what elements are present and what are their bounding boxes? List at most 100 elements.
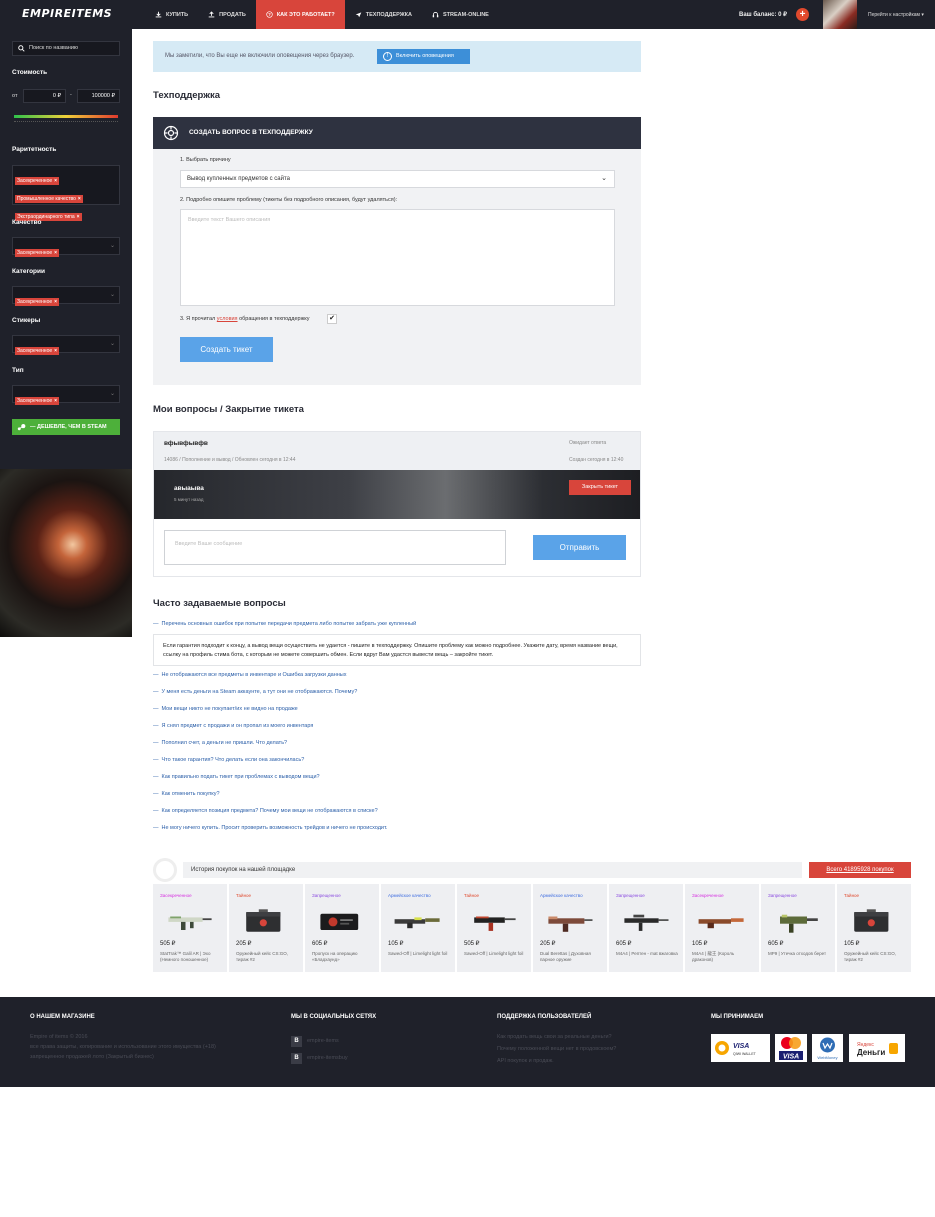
nav-support[interactable]: Техподдержка [345, 0, 422, 29]
item-quality: Тайное [464, 893, 480, 898]
item-name: M4A4 | 龍王 (Король драконов) [692, 951, 735, 962]
terms-link[interactable]: условия [217, 316, 238, 322]
max-price-input[interactable]: 100000 ₽ [77, 89, 120, 103]
item-image-icon [698, 918, 744, 929]
support-link[interactable]: Как продать вещь свои за реальные деньги… [497, 1034, 612, 1040]
item-price: 105 ₽ [692, 941, 708, 947]
close-icon[interactable]: × [54, 398, 57, 404]
faq-item[interactable]: — Перечень основных ошибок при попытке пе… [153, 621, 416, 627]
stickers-tag[interactable]: Засекреченное × [15, 347, 60, 355]
faq-dash: — [153, 706, 159, 712]
faq-item[interactable]: — Пополнил счет, а деньги не пришли. Что … [153, 740, 287, 746]
item-price: 505 ₽ [464, 941, 480, 947]
agree-prefix: 3. Я прочитал [180, 316, 216, 322]
faq-dash: — [153, 621, 159, 627]
total-purchases-link[interactable]: Всего 41895928 покупок [809, 862, 911, 878]
quality-tag[interactable]: Засекреченное × [15, 249, 60, 257]
close-icon[interactable]: × [77, 214, 80, 220]
rarity-tag[interactable]: Промышленное качество × [15, 195, 83, 203]
type-tag[interactable]: Засекреченное × [15, 397, 60, 405]
cost-label: Стоимость [12, 69, 48, 76]
faq-item[interactable]: — Как отменить покупку? [153, 791, 220, 797]
faq-item[interactable]: — Мои вещи никто не покупает/их не видно … [153, 706, 298, 712]
message-time: 5 минут назад [174, 497, 204, 502]
add-funds-button[interactable]: + [796, 8, 809, 21]
vk-icon[interactable]: В [291, 1036, 302, 1047]
footer-social-title: Мы в социальных сетях [291, 1014, 377, 1020]
type-filter[interactable]: Засекреченное × ⌄ [12, 385, 120, 405]
payment-webmoney-logo: WebMoney [812, 1034, 843, 1062]
chevron-down-icon[interactable]: ⌄ [110, 340, 115, 347]
notification-text: Мы заметили, что Вы еще не включили опов… [165, 53, 355, 59]
faq-item[interactable]: — Я снял предмет с продажи и он пропал из… [153, 723, 313, 729]
history-item[interactable]: Засекреченное 505 ₽ StatTrak™ Galil AR | Э… [153, 884, 227, 972]
search-placeholder: Поиск по названию [29, 45, 79, 51]
stickers-filter[interactable]: Засекреченное × ⌄ [12, 335, 120, 355]
nav-support-label: Техподдержка [365, 11, 413, 18]
support-link[interactable]: Почему положенной вещи нет в продовскоем… [497, 1046, 616, 1052]
close-icon[interactable]: × [54, 299, 57, 305]
history-item[interactable]: Запрещенное 605 ₽ M4A4 | Рептен - mat вжаг… [609, 884, 683, 972]
ticket-status: Ожидает ответа [569, 440, 607, 446]
history-item[interactable]: Тайное 105 ₽ Оружейный кейс CS:GO, тираж #… [837, 884, 911, 972]
enable-notifications-button[interactable]: ! Включить оповещения [377, 49, 470, 64]
history-item[interactable]: Тайное 205 ₽ Оружейный кейс CS:GO, тираж #… [229, 884, 303, 972]
reason-select[interactable]: Вывод купленных предметов с сайта ⌄ [180, 170, 615, 188]
support-link[interactable]: API покупок и продаж. [497, 1058, 554, 1064]
faq-item[interactable]: — У меня есть деньги на Steam аккаунте, а… [153, 689, 357, 695]
nav-buy-label: Купить [166, 11, 189, 18]
faq-item[interactable]: — Как правильно подать тикет при проблема… [153, 774, 320, 780]
ticket-header[interactable]: вфывфывфв 14086 / Пополнение и вывод / О… [154, 432, 640, 470]
history-item[interactable]: Армейское качество 205 ₽ Dual Berettas | Д… [533, 884, 607, 972]
avatar[interactable] [823, 0, 857, 29]
rarity-tag[interactable]: Засекреченное × [15, 177, 60, 185]
history-item[interactable]: Засекреченное 105 ₽ M4A4 | 龍王 (Король драк… [685, 884, 759, 972]
nav-stream[interactable]: Stream-online [422, 0, 499, 29]
close-icon[interactable]: × [54, 250, 57, 256]
history-item[interactable]: Запрещенное 605 ₽ MP9 | Утечка отходов бер… [761, 884, 835, 972]
history-item[interactable]: Тайное 505 ₽ Sawed-Off | Limelight light f… [457, 884, 531, 972]
faq-item[interactable]: — Что такое гарантия? Что делать если она… [153, 757, 304, 763]
history-item[interactable]: Армейское качество 105 ₽ Sawed-Off | Limel… [381, 884, 455, 972]
filter-sidebar: Поиск по названию Стоимость от 0 ₽ - 100… [0, 29, 132, 469]
quality-filter[interactable]: Засекреченное × ⌄ [12, 237, 120, 257]
social-link[interactable]: empire-itemsbuy [307, 1055, 348, 1061]
description-textarea[interactable]: Введите текст Вашего описания [180, 209, 615, 306]
close-icon[interactable]: × [54, 178, 57, 184]
nav-how-it-works[interactable]: ? Как это работает? [255, 0, 345, 29]
close-ticket-button[interactable]: Закрыть тикет [569, 480, 631, 495]
history-item[interactable]: Запрещенное 605 ₽ Пропуск на операцию «Бла… [305, 884, 379, 972]
chevron-down-icon[interactable]: ⌄ [110, 390, 115, 397]
min-price-input[interactable]: 0 ₽ [23, 89, 66, 103]
item-name: StatTrak™ Galil AR | Эхо (Немного поноше… [160, 951, 211, 962]
create-ticket-button[interactable]: Создать тикет [180, 337, 273, 362]
category-filter[interactable]: Засекреченное × ⌄ [12, 286, 120, 306]
vk-icon[interactable]: В [291, 1053, 302, 1064]
footer-about-line: запрещенное продажей лото (Закрытый бизн… [30, 1054, 154, 1060]
agree-checkbox[interactable]: ✔ [327, 314, 337, 324]
item-image-icon [780, 914, 818, 933]
chevron-down-icon[interactable]: ⌄ [110, 291, 115, 298]
settings-label: Перейти к настройкам [868, 12, 920, 18]
send-button[interactable]: Отправить [533, 535, 626, 560]
faq-item[interactable]: — Как определяется позиция предмета? Поче… [153, 808, 378, 814]
close-icon[interactable]: × [78, 196, 81, 202]
steam-cheaper-button[interactable]: — дешевле, чем в Steam [12, 419, 120, 435]
category-tag[interactable]: Засекреченное × [15, 298, 60, 306]
faq-item[interactable]: — Не отображаются все предметы в инвентар… [153, 672, 347, 678]
close-icon[interactable]: × [54, 348, 57, 354]
chevron-down-icon[interactable]: ⌄ [110, 242, 115, 249]
faq-dash: — [153, 774, 159, 780]
social-link[interactable]: empire-items [307, 1038, 339, 1044]
nav-sell[interactable]: Продать [198, 0, 256, 29]
faq-item[interactable]: — Не могу ничего купить. Просит проверить… [153, 825, 387, 831]
message-input[interactable]: Введите Ваше сообщение [164, 530, 506, 565]
rarity-filter[interactable]: Засекреченное × Промышленное качество × Эк… [12, 165, 120, 221]
settings-link[interactable]: Перейти к настройкам ▾ [868, 12, 924, 18]
balance-display: Ваш баланс: 0 ₽ [739, 12, 787, 18]
site-logo[interactable]: EMPIREITEMS [22, 7, 112, 20]
search-input[interactable]: Поиск по названию [12, 41, 120, 56]
sidebar-banner-image[interactable] [0, 469, 132, 637]
price-slider[interactable] [14, 115, 118, 118]
nav-buy[interactable]: Купить [145, 0, 198, 29]
